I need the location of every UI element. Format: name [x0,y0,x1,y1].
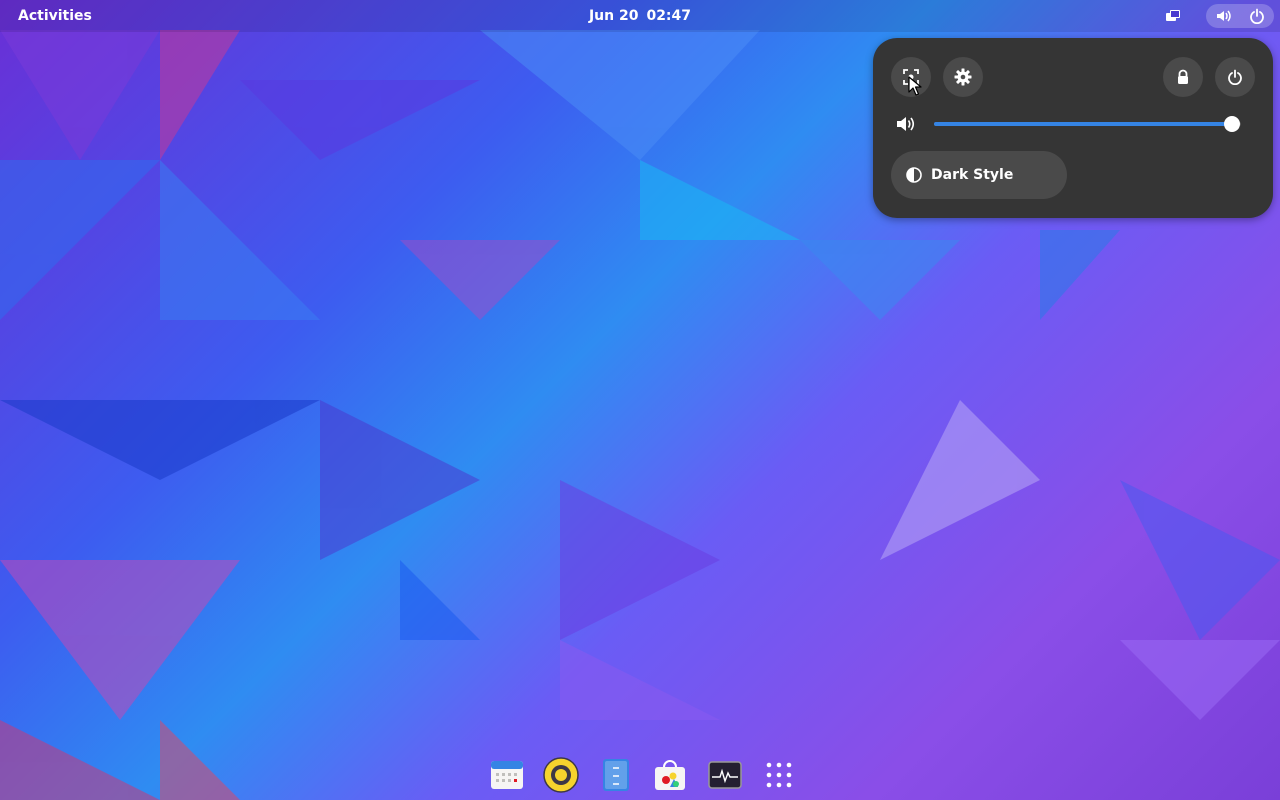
dock-calendar[interactable] [484,752,530,798]
system-monitor-icon [707,761,742,789]
system-menu-button[interactable] [1206,4,1274,28]
mouse-pointer-icon [908,76,922,96]
rhythmbox-icon [543,757,580,793]
app-grid-icon [766,762,792,788]
volume-indicator-icon [1217,10,1231,22]
clock-time: 02:47 [646,8,692,24]
dark-style-label: Dark Style [931,167,1014,183]
clock-button[interactable]: Jun 20 02:47 [580,4,700,28]
power-indicator-icon [1250,8,1264,24]
dash [478,750,808,800]
screen-share-indicator[interactable] [1160,4,1186,28]
clock-date: Jun 20 [588,8,639,24]
dock-text-editor[interactable] [593,752,639,798]
power-icon [1228,69,1242,85]
dock-rhythmbox[interactable] [538,752,584,798]
volume-control [891,108,1255,140]
dock-show-apps[interactable] [756,752,802,798]
power-off-button[interactable] [1215,57,1255,97]
top-bar: Activities Jun 20 02:47 [0,0,1280,32]
dock-software[interactable] [647,752,693,798]
volume-icon[interactable] [895,114,915,134]
screen-share-icon [1166,10,1180,21]
volume-slider-fill [934,122,1232,126]
activities-button[interactable]: Activities [8,4,102,28]
gear-icon [954,68,972,86]
dark-style-toggle[interactable]: Dark Style [891,151,1067,199]
software-icon [655,760,686,790]
text-editor-icon [602,759,629,791]
volume-slider-handle[interactable] [1224,116,1240,132]
dock-system-monitor[interactable] [702,752,748,798]
lock-button[interactable] [1163,57,1203,97]
lock-icon [1178,69,1188,84]
volume-slider[interactable] [934,116,1241,132]
dark-style-icon [905,166,923,184]
settings-button[interactable] [943,57,983,97]
quick-settings-menu: Dark Style [873,38,1273,218]
calendar-icon [491,761,523,789]
